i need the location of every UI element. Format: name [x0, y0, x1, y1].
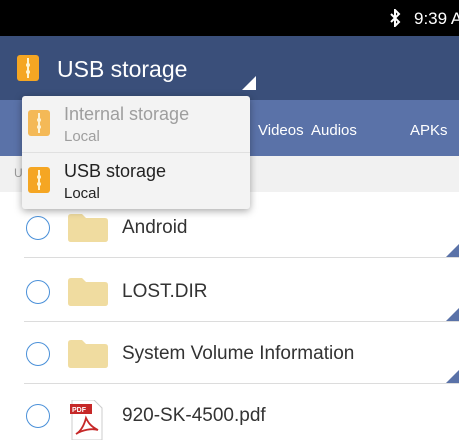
svg-text:PDF: PDF [72, 407, 87, 414]
file-name: LOST.DIR [122, 281, 208, 302]
dropdown-item-usb-storage[interactable]: USB storage Local [22, 153, 250, 209]
tab-apks[interactable]: APKs [410, 122, 448, 139]
usb-storage-icon [28, 167, 50, 193]
tab-audios[interactable]: Audios [311, 122, 357, 139]
app-bar: USB storage [0, 36, 459, 100]
dropdown-item-title: Internal storage [64, 104, 190, 124]
file-name: 920-SK-4500.pdf [122, 405, 266, 426]
page-title[interactable]: USB storage [57, 56, 187, 83]
select-checkbox[interactable] [26, 280, 50, 304]
file-name: System Volume Information [122, 343, 355, 364]
corner-marker-icon [445, 244, 459, 258]
select-checkbox[interactable] [26, 216, 50, 240]
dropdown-item-internal-storage[interactable]: Internal storage Local [22, 96, 250, 152]
dropdown-item-title: USB storage [64, 161, 167, 181]
folder-icon [68, 340, 108, 368]
select-checkbox[interactable] [26, 404, 50, 428]
dropdown-item-subtitle: Local [64, 185, 100, 202]
dropdown-indicator-icon[interactable] [242, 76, 256, 90]
list-item[interactable]: LOST.DIR [0, 260, 459, 322]
bluetooth-icon [390, 9, 401, 27]
corner-marker-icon [445, 308, 459, 322]
list-item[interactable]: System Volume Information [0, 322, 459, 384]
folder-icon [68, 278, 108, 306]
status-time: 9:39 AM [414, 9, 459, 28]
corner-marker-icon [445, 370, 459, 384]
select-checkbox[interactable] [26, 342, 50, 366]
pdf-icon: PDF [70, 400, 103, 440]
folder-icon [68, 214, 108, 242]
usb-storage-icon [17, 55, 39, 81]
storage-icon [28, 110, 50, 136]
storage-dropdown-menu: Internal storage Local USB storage Local [22, 96, 250, 209]
dropdown-item-subtitle: Local [64, 128, 100, 145]
list-item[interactable]: PDF 920-SK-4500.pdf [0, 384, 459, 446]
status-bar: 9:39 AM [0, 0, 459, 36]
file-name: Android [122, 217, 188, 238]
divider [24, 257, 459, 258]
tab-videos[interactable]: Videos [258, 122, 304, 139]
